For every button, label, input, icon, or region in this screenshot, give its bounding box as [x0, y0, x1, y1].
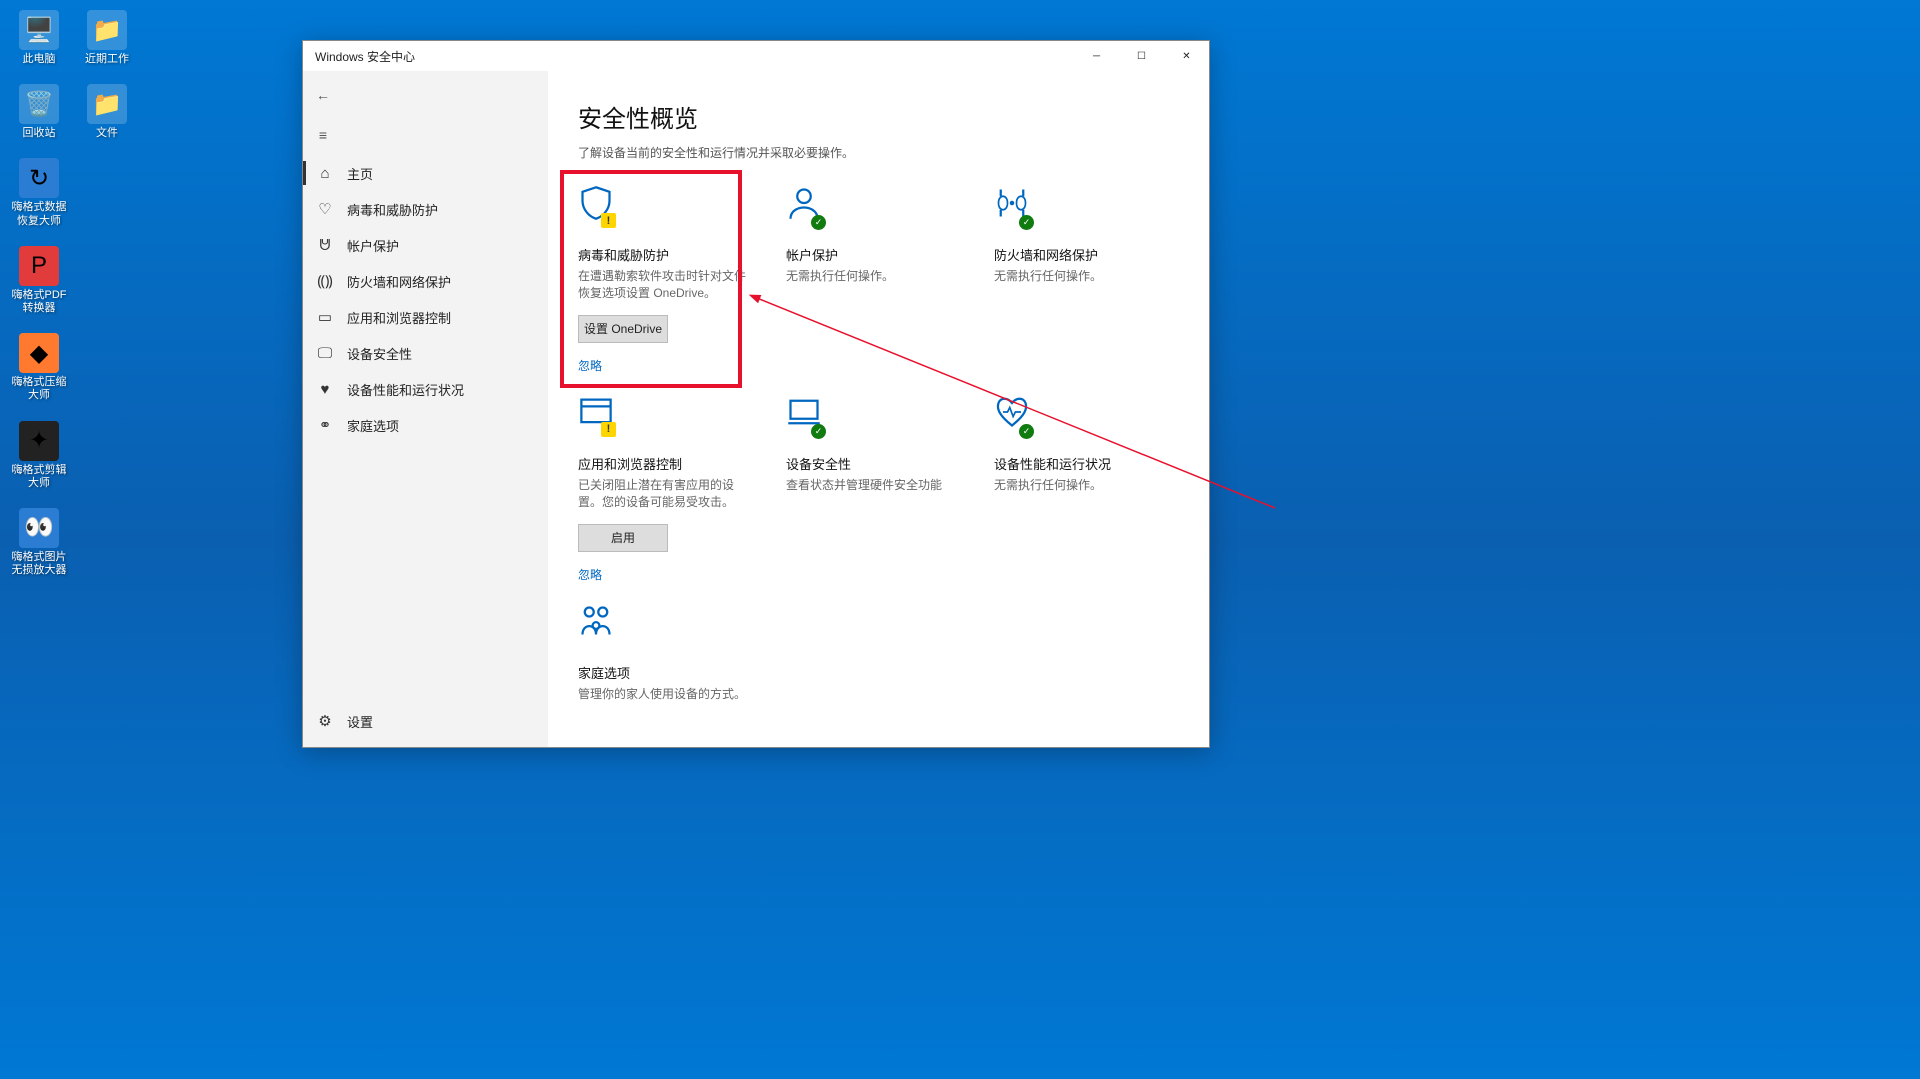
- shield-icon: ♡: [317, 200, 333, 218]
- pc-icon: 🖥️: [19, 10, 59, 50]
- warning-badge-icon: !: [601, 213, 616, 228]
- device-icon: 🖵: [317, 345, 333, 362]
- check-badge-icon: ✓: [811, 215, 826, 230]
- nav-device-security[interactable]: 🖵设备安全性: [303, 335, 548, 371]
- titlebar: Windows 安全中心 ─ ☐ ✕: [303, 41, 1209, 71]
- nav-device-perf[interactable]: ♥设备性能和运行状况: [303, 371, 548, 407]
- tile-account-protection[interactable]: ✓ 帐户保护 无需执行任何操作。: [786, 185, 964, 374]
- desktop-icon-app-4[interactable]: ✦嗨格式剪辑大师: [8, 421, 70, 490]
- trash-icon: 🗑️: [19, 84, 59, 124]
- browser-icon: ▭: [317, 308, 333, 326]
- device-icon: ✓: [786, 394, 822, 435]
- desktop-icon-app-2[interactable]: P嗨格式PDF转换器: [8, 246, 70, 315]
- desktop-icon-app-3[interactable]: ◆嗨格式压缩大师: [8, 333, 70, 402]
- check-badge-icon: ✓: [811, 424, 826, 439]
- tiles-grid: ! 病毒和威胁防护 在遭遇勒索软件攻击时针对文件恢复选项设置 OneDrive。…: [578, 185, 1179, 703]
- tile-firewall[interactable]: ✓ 防火墙和网络保护 无需执行任何操作。: [994, 185, 1172, 374]
- folder-icon: 📁: [87, 10, 127, 50]
- heart-icon: ✓: [994, 394, 1030, 435]
- person-icon: ✓: [786, 185, 822, 226]
- security-center-window: Windows 安全中心 ─ ☐ ✕ ← ≡ ⌂主页 ♡病毒和威胁防护 ᕰ帐户保…: [302, 40, 1210, 748]
- nav-virus[interactable]: ♡病毒和威胁防护: [303, 191, 548, 227]
- close-button[interactable]: ✕: [1164, 41, 1209, 71]
- window-title: Windows 安全中心: [315, 48, 415, 65]
- desktop-icon-recent[interactable]: 📁近期工作: [76, 10, 138, 66]
- home-icon: ⌂: [317, 165, 333, 182]
- gear-icon: ⚙: [317, 712, 333, 730]
- page-title: 安全性概览: [578, 99, 1179, 134]
- desktop-icon-this-pc[interactable]: 🖥️此电脑: [8, 10, 70, 66]
- tile-family[interactable]: 家庭选项 管理你的家人使用设备的方式。: [578, 603, 756, 703]
- family-icon: ⚭: [317, 416, 333, 434]
- nav-family[interactable]: ⚭家庭选项: [303, 407, 548, 443]
- maximize-button[interactable]: ☐: [1119, 41, 1164, 71]
- desktop-icon-files[interactable]: 📁文件: [76, 84, 138, 140]
- app-icon: ↻: [19, 158, 59, 198]
- back-button[interactable]: ←: [303, 77, 343, 113]
- nav-list: ⌂主页 ♡病毒和威胁防护 ᕰ帐户保护 ⸨⸩防火墙和网络保护 ▭应用和浏览器控制 …: [303, 155, 548, 443]
- check-badge-icon: ✓: [1019, 424, 1034, 439]
- nav-settings[interactable]: ⚙设置: [303, 703, 548, 739]
- app-icon: ◆: [19, 333, 59, 373]
- nav-account[interactable]: ᕰ帐户保护: [303, 227, 548, 263]
- warning-badge-icon: !: [601, 422, 616, 437]
- desktop-icons: 🖥️此电脑 📁近期工作 🗑️回收站 📁文件 ↻嗨格式数据恢复大师 P嗨格式PDF…: [8, 10, 138, 577]
- person-icon: ᕰ: [317, 237, 333, 254]
- tile-app-browser[interactable]: ! 应用和浏览器控制 已关闭阻止潜在有害应用的设置。您的设备可能易受攻击。 启用…: [578, 394, 756, 583]
- dismiss-link[interactable]: 忽略: [578, 566, 756, 583]
- tile-virus-threat[interactable]: ! 病毒和威胁防护 在遭遇勒索软件攻击时针对文件恢复选项设置 OneDrive。…: [578, 185, 756, 374]
- app-icon: 👀: [19, 508, 59, 548]
- page-subtitle: 了解设备当前的安全性和运行情况并采取必要操作。: [578, 144, 1179, 161]
- app-icon: ✦: [19, 421, 59, 461]
- sidebar: ← ≡ ⌂主页 ♡病毒和威胁防护 ᕰ帐户保护 ⸨⸩防火墙和网络保护 ▭应用和浏览…: [303, 71, 548, 747]
- window-controls: ─ ☐ ✕: [1074, 41, 1209, 71]
- check-badge-icon: ✓: [1019, 215, 1034, 230]
- folder-icon: 📁: [87, 84, 127, 124]
- family-icon: [578, 603, 614, 644]
- dismiss-link[interactable]: 忽略: [578, 357, 756, 374]
- nav-firewall[interactable]: ⸨⸩防火墙和网络保护: [303, 263, 548, 299]
- enable-button[interactable]: 启用: [578, 524, 668, 552]
- wifi-icon: ✓: [994, 185, 1030, 226]
- setup-onedrive-button[interactable]: 设置 OneDrive: [578, 315, 668, 343]
- nav-home[interactable]: ⌂主页: [303, 155, 548, 191]
- heart-icon: ♥: [317, 381, 333, 398]
- minimize-button[interactable]: ─: [1074, 41, 1119, 71]
- tile-device-performance[interactable]: ✓ 设备性能和运行状况 无需执行任何操作。: [994, 394, 1172, 583]
- desktop-icon-app-5[interactable]: 👀嗨格式图片无损放大器: [8, 508, 70, 577]
- desktop-icon-app-1[interactable]: ↻嗨格式数据恢复大师: [8, 158, 70, 227]
- wifi-icon: ⸨⸩: [317, 271, 333, 291]
- tile-device-security[interactable]: ✓ 设备安全性 查看状态并管理硬件安全功能: [786, 394, 964, 583]
- main-content: 安全性概览 了解设备当前的安全性和运行情况并采取必要操作。 ! 病毒和威胁防护 …: [548, 71, 1209, 747]
- shield-icon: !: [578, 185, 614, 226]
- desktop-icon-recycle[interactable]: 🗑️回收站: [8, 84, 70, 140]
- nav-app-browser[interactable]: ▭应用和浏览器控制: [303, 299, 548, 335]
- app-icon: P: [19, 246, 59, 286]
- hamburger-button[interactable]: ≡: [303, 117, 343, 153]
- browser-icon: !: [578, 394, 614, 435]
